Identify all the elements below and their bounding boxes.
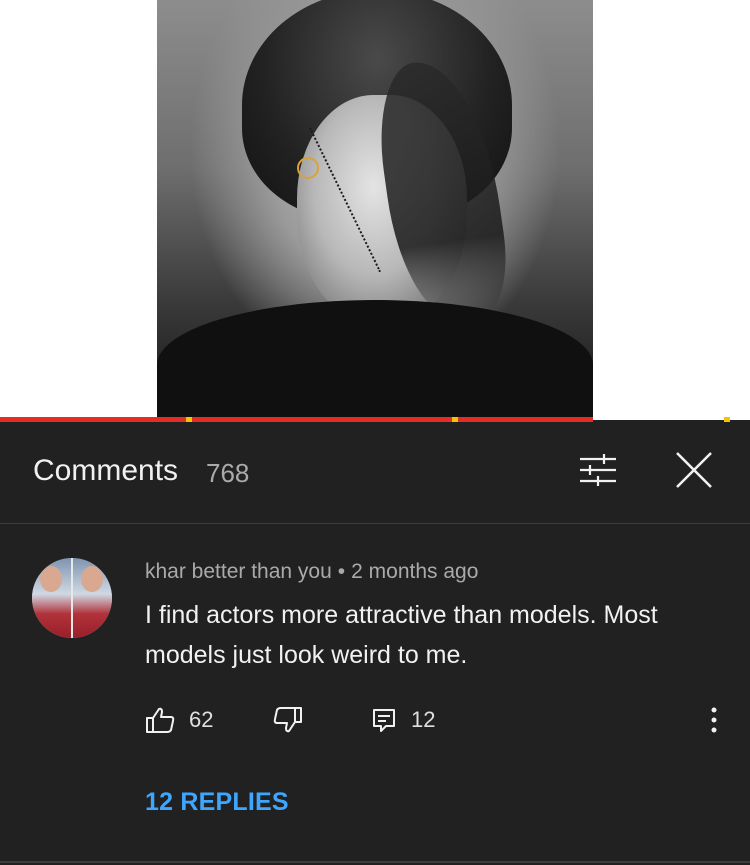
more-options-button[interactable]	[699, 702, 729, 738]
turtleneck-shape	[157, 300, 593, 420]
video-player[interactable]	[0, 0, 750, 420]
comments-panel: Comments 768 khar better than you • 2 mo…	[0, 422, 750, 865]
sliders-icon	[580, 454, 616, 486]
comments-header: Comments 768	[0, 422, 750, 524]
view-replies-link[interactable]: 12 REPLIES	[145, 788, 289, 817]
comment-meta: khar better than you • 2 months ago	[145, 560, 478, 584]
sort-filter-button[interactable]	[574, 448, 622, 492]
close-button[interactable]	[670, 446, 718, 494]
thumbs-down-icon	[273, 707, 302, 733]
comment-time: 2 months ago	[351, 560, 479, 583]
like-count: 62	[189, 707, 214, 732]
dislike-button[interactable]	[273, 702, 303, 738]
thumbs-up-icon	[146, 707, 175, 733]
comments-count: 768	[206, 458, 250, 488]
reply-button[interactable]: 12	[371, 702, 435, 738]
guide-circle	[297, 157, 319, 179]
comment-author[interactable]: khar better than you	[145, 560, 332, 583]
more-vertical-icon	[711, 707, 717, 733]
comments-title: Comments	[33, 454, 179, 487]
reply-icon	[373, 709, 395, 732]
comment-text: I find actors more attractive than model…	[145, 601, 658, 669]
like-button[interactable]: 62	[145, 702, 213, 738]
divider	[0, 861, 750, 863]
meta-separator: •	[337, 560, 346, 583]
video-frame	[157, 0, 593, 420]
avatar[interactable]	[32, 558, 112, 638]
comment-actions: 62 12	[145, 702, 735, 738]
comment-item: khar better than you • 2 months ago I find…	[0, 525, 750, 865]
reply-count: 12	[411, 707, 436, 732]
close-icon	[676, 452, 712, 488]
